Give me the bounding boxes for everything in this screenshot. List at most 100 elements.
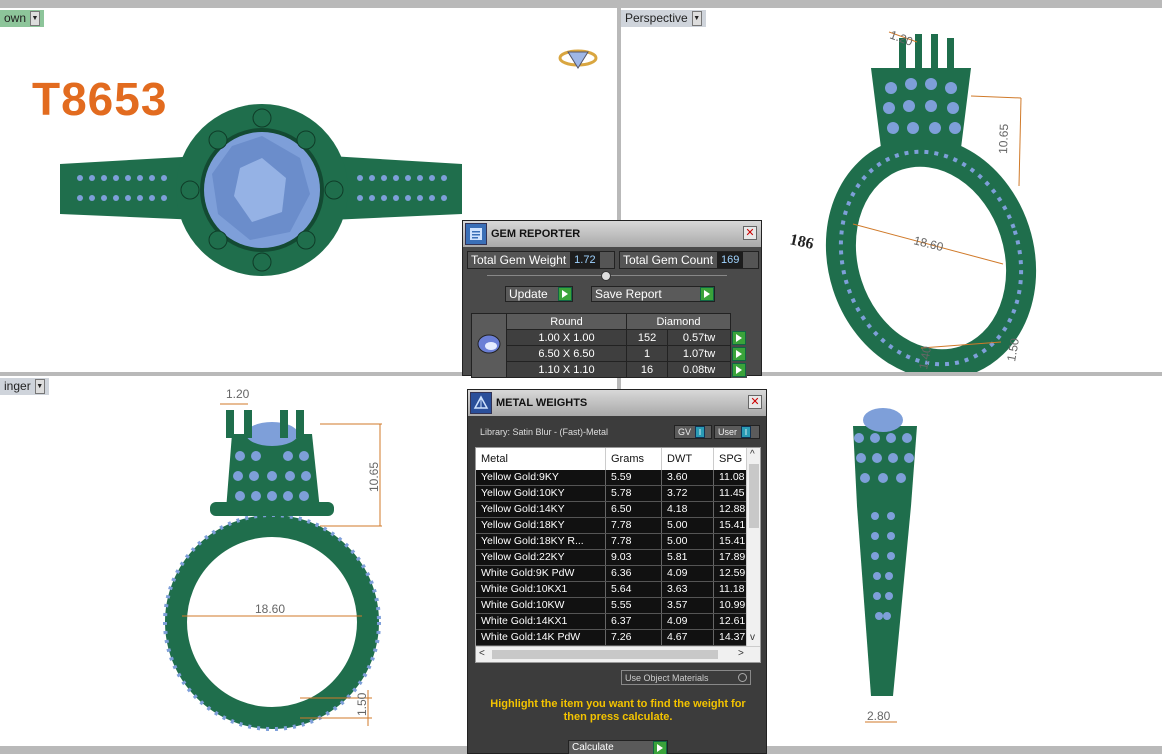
gem-reporter-icon bbox=[465, 223, 487, 245]
metal-rows: Yellow Gold:9KY 5.59 3.60 11.08 Yellow Gold:… bbox=[476, 470, 760, 646]
metal-spg: 14.37 bbox=[714, 630, 748, 645]
metal-weights-panel: METAL WEIGHTS ✕ Library: Satin Blur - (F… bbox=[467, 389, 767, 754]
ring-thumbnail-icon bbox=[558, 49, 598, 69]
play-icon[interactable] bbox=[731, 362, 746, 377]
play-icon bbox=[700, 287, 714, 301]
metal-dwt: 3.63 bbox=[662, 582, 714, 597]
metal-weights-title: METAL WEIGHTS bbox=[496, 397, 588, 409]
col-dwt-header[interactable]: DWT bbox=[662, 448, 714, 470]
metal-grams: 6.50 bbox=[606, 502, 662, 517]
metal-name: Yellow Gold:14KY bbox=[476, 502, 606, 517]
chevron-down-icon[interactable]: v bbox=[750, 632, 755, 643]
metal-spg: 12.88 bbox=[714, 502, 748, 517]
calculate-button[interactable]: Calculate bbox=[568, 740, 668, 754]
user-toggle-label: User bbox=[718, 427, 738, 437]
gem-reporter-title: GEM REPORTER bbox=[491, 228, 581, 240]
update-button[interactable]: Update bbox=[505, 286, 573, 302]
dim-prong: 1.20 bbox=[888, 28, 915, 49]
gem-row[interactable]: 1.00 X 1.00 152 0.57tw bbox=[472, 329, 747, 346]
metal-row[interactable]: Yellow Gold:10KY 5.78 3.72 11.45 bbox=[476, 486, 760, 502]
metal-row[interactable]: Yellow Gold:22KY 9.03 5.81 17.89 bbox=[476, 550, 760, 566]
gem-weight: 1.07tw bbox=[667, 345, 731, 362]
scroll-thumb[interactable] bbox=[749, 464, 759, 528]
metal-grams: 5.55 bbox=[606, 598, 662, 613]
gem-row[interactable]: 1.10 X 1.10 16 0.08tw bbox=[472, 361, 747, 378]
col-spg-header[interactable]: SPG bbox=[714, 448, 748, 470]
metal-weights-titlebar[interactable]: METAL WEIGHTS ✕ bbox=[468, 390, 766, 416]
play-icon bbox=[558, 287, 572, 301]
collapse-divider[interactable] bbox=[487, 271, 727, 283]
metal-row[interactable]: Yellow Gold:9KY 5.59 3.60 11.08 bbox=[476, 470, 760, 486]
gem-count: 1 bbox=[625, 345, 669, 362]
use-object-materials-toggle[interactable]: Use Object Materials bbox=[621, 670, 751, 685]
dim-head: 10.65 bbox=[996, 123, 1011, 154]
chevron-left-icon[interactable]: < bbox=[479, 648, 485, 659]
close-icon[interactable]: ✕ bbox=[743, 226, 757, 240]
metal-row[interactable]: White Gold:9K PdW 6.36 4.09 12.59 bbox=[476, 566, 760, 582]
metal-name: Yellow Gold:22KY bbox=[476, 550, 606, 565]
total-gem-weight: Total Gem Weight 1.72 bbox=[467, 251, 615, 269]
play-icon[interactable] bbox=[731, 330, 746, 345]
dim-shank-width: 2.80 bbox=[867, 709, 891, 723]
radio-icon bbox=[738, 673, 747, 682]
metal-row[interactable]: Yellow Gold:18KY R... 7.78 5.00 15.41 bbox=[476, 534, 760, 550]
gem-row[interactable]: 6.50 X 6.50 1 1.07tw bbox=[472, 345, 747, 362]
scroll-thumb[interactable] bbox=[492, 650, 718, 659]
metal-row[interactable]: White Gold:10KW 5.55 3.57 10.99 bbox=[476, 598, 760, 614]
save-report-button[interactable]: Save Report bbox=[591, 286, 715, 302]
gem-count: 16 bbox=[625, 361, 669, 378]
metal-row[interactable]: Yellow Gold:14KY 6.50 4.18 12.88 bbox=[476, 502, 760, 518]
metal-name: White Gold:10KW bbox=[476, 598, 606, 613]
metal-spg: 11.18 bbox=[714, 582, 748, 597]
metal-row[interactable]: White Gold:14K PdW 7.26 4.67 14.37 bbox=[476, 630, 760, 646]
calculate-button-label: Calculate bbox=[572, 742, 614, 753]
gem-weight: 0.57tw bbox=[667, 329, 731, 346]
metal-grams: 7.78 bbox=[606, 534, 662, 549]
gem-reporter-titlebar[interactable]: GEM REPORTER ✕ bbox=[463, 221, 761, 247]
total-gem-weight-value: 1.72 bbox=[570, 252, 600, 268]
gem-size: 1.10 X 1.10 bbox=[506, 361, 627, 378]
metal-row[interactable]: White Gold:14KX1 6.37 4.09 12.61 bbox=[476, 614, 760, 630]
vertical-scrollbar[interactable]: ^ v bbox=[746, 448, 760, 648]
metal-row[interactable]: White Gold:10KX1 5.64 3.63 11.18 bbox=[476, 582, 760, 598]
metal-grams: 6.37 bbox=[606, 614, 662, 629]
horizontal-scrollbar[interactable]: < > bbox=[476, 646, 760, 662]
metal-dwt: 3.60 bbox=[662, 470, 714, 485]
user-toggle[interactable]: User I bbox=[714, 425, 760, 439]
metal-name: White Gold:9K PdW bbox=[476, 566, 606, 581]
chevron-up-icon[interactable] bbox=[601, 271, 611, 281]
metal-grams: 9.03 bbox=[606, 550, 662, 565]
metal-list[interactable]: Metal Grams DWT SPG Yellow Gold:9KY 5.59 3… bbox=[475, 447, 761, 663]
col-grams-header[interactable]: Grams bbox=[606, 448, 662, 470]
gem-size: 6.50 X 6.50 bbox=[506, 345, 627, 362]
col-metal-header[interactable]: Metal bbox=[476, 448, 606, 470]
play-icon[interactable] bbox=[731, 346, 746, 361]
dim-head-height: 10.65 bbox=[367, 462, 381, 492]
gem-shape-header: Round bbox=[506, 313, 627, 330]
metal-name: Yellow Gold:10KY bbox=[476, 486, 606, 501]
metal-grams: 7.78 bbox=[606, 518, 662, 533]
metal-spg: 15.41 bbox=[714, 534, 748, 549]
metal-row[interactable]: Yellow Gold:18KY 7.78 5.00 15.41 bbox=[476, 518, 760, 534]
dim-inner: 18.60 bbox=[912, 233, 945, 254]
chevron-right-icon[interactable]: > bbox=[738, 648, 744, 659]
dim-band-thickness: 1.50 bbox=[355, 692, 369, 716]
metal-dwt: 3.57 bbox=[662, 598, 714, 613]
total-gem-count-value: 169 bbox=[717, 252, 744, 268]
dim-ring-inner: 18.60 bbox=[255, 602, 285, 616]
app-root: own ▼ T8653 Perspective ▼ 1.20 10.65 18.… bbox=[0, 0, 1162, 754]
metal-dwt: 5.00 bbox=[662, 534, 714, 549]
metal-grams: 5.78 bbox=[606, 486, 662, 501]
chevron-up-icon[interactable]: ^ bbox=[750, 449, 755, 460]
library-label: Library: Satin Blur - (Fast)-Metal bbox=[480, 427, 609, 437]
metal-name: White Gold:14K PdW bbox=[476, 630, 606, 645]
metal-spg: 11.45 bbox=[714, 486, 748, 501]
close-icon[interactable]: ✕ bbox=[748, 395, 762, 409]
metal-dwt: 4.09 bbox=[662, 566, 714, 581]
gem-reporter-panel: GEM REPORTER ✕ Total Gem Weight 1.72 Tot… bbox=[462, 220, 762, 378]
metal-name: Yellow Gold:18KY bbox=[476, 518, 606, 533]
gem-count: 152 bbox=[625, 329, 669, 346]
play-icon bbox=[653, 740, 667, 754]
gv-toggle[interactable]: GV I bbox=[674, 425, 712, 439]
metal-grams: 7.26 bbox=[606, 630, 662, 645]
